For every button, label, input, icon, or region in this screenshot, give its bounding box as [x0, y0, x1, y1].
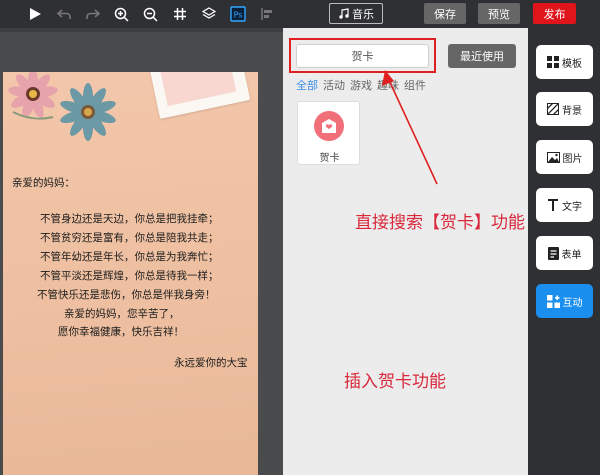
card-line: 愿你幸福健康，快乐吉祥！	[58, 326, 184, 338]
template-icon	[547, 56, 559, 68]
zoom-in-icon[interactable]	[107, 0, 136, 28]
ps-icon[interactable]: Ps	[223, 0, 252, 28]
background-icon	[547, 103, 559, 115]
music-label: 音乐	[352, 7, 374, 21]
sidebar-item-label: 表单	[561, 249, 582, 261]
sidebar-item-image[interactable]: 图片	[536, 140, 593, 174]
sidebar-item-template[interactable]: 模板	[536, 45, 593, 79]
sidebar-item-label: 背景	[562, 105, 582, 117]
sidebar-item-background[interactable]: 背景	[536, 92, 593, 126]
interaction-icon	[546, 294, 560, 308]
annotation-arrow	[382, 70, 438, 185]
form-icon	[547, 246, 559, 260]
play-icon[interactable]	[20, 0, 49, 28]
annotation-insert-text: 插入贺卡功能	[344, 372, 446, 392]
preview-button[interactable]: 预览	[478, 3, 520, 24]
sidebar-item-interaction[interactable]: 互动	[536, 284, 593, 318]
greeting-card-preview[interactable]: 亲爱的妈妈： 不管身边还是天边，你总是把我挂牵； 不管贫穷还是富有，你总是陪我共…	[3, 72, 258, 475]
card-signature: 永远爱你的大宝	[174, 357, 248, 369]
right-sidebar: 模板 背景 图片 文字 表单 互动	[528, 28, 600, 475]
component-panel: 贺卡 最近使用 全部 活动 游戏 趣味 组件 贺卡 直接搜索【贺卡】功能 插入贺…	[283, 0, 528, 475]
flowers-decoration	[8, 72, 116, 141]
image-icon	[546, 151, 560, 163]
photo-frame-decoration	[147, 72, 251, 119]
music-button[interactable]: 音乐	[329, 3, 383, 24]
sidebar-item-label: 互动	[562, 297, 583, 309]
music-note-icon	[339, 8, 349, 19]
zoom-out-icon[interactable]	[136, 0, 165, 28]
canvas-area: Ps 亲爱的妈妈： 不管身边还是天边，你总是把我挂牵； 不管贫穷还是富有，你总是…	[0, 0, 283, 475]
card-greeting: 亲爱的妈妈：	[12, 177, 75, 189]
card-line: 不管贫穷还是富有，你总是陪我共走；	[40, 232, 219, 244]
redo-icon[interactable]	[78, 0, 107, 28]
grid-icon[interactable]	[165, 0, 194, 28]
canvas-ruler	[0, 28, 283, 32]
sidebar-item-form[interactable]: 表单	[536, 236, 593, 270]
ps-label: Ps	[233, 11, 242, 20]
text-icon	[548, 199, 558, 211]
align-icon[interactable]	[252, 0, 281, 28]
editor-window: Ps 亲爱的妈妈： 不管身边还是天边，你总是把我挂牵； 不管贫穷还是富有，你总是…	[0, 0, 600, 475]
layers-icon[interactable]	[194, 0, 223, 28]
card-line: 不管快乐还是悲伤，你总是伴我身旁！	[37, 289, 216, 301]
save-button[interactable]: 保存	[424, 3, 466, 24]
editor-toolbar: Ps	[0, 0, 283, 28]
sidebar-item-label: 图片	[562, 153, 583, 165]
card-line: 不管平淡还是辉煌，你总是待我一样；	[40, 270, 219, 282]
card-line: 不管身边还是天边，你总是把我挂牵；	[40, 213, 219, 225]
annotation-search-text: 直接搜索【贺卡】功能	[355, 213, 525, 233]
publish-button[interactable]: 发布	[533, 3, 576, 24]
sidebar-item-label: 文字	[562, 201, 582, 213]
card-line: 不管年幼还是年长，你总是为我奔忙；	[40, 251, 219, 263]
card-line: 亲爱的妈妈，您辛苦了，	[64, 308, 180, 320]
sidebar-item-label: 模板	[562, 58, 582, 70]
undo-icon[interactable]	[49, 0, 78, 28]
sidebar-item-text[interactable]: 文字	[536, 188, 593, 222]
